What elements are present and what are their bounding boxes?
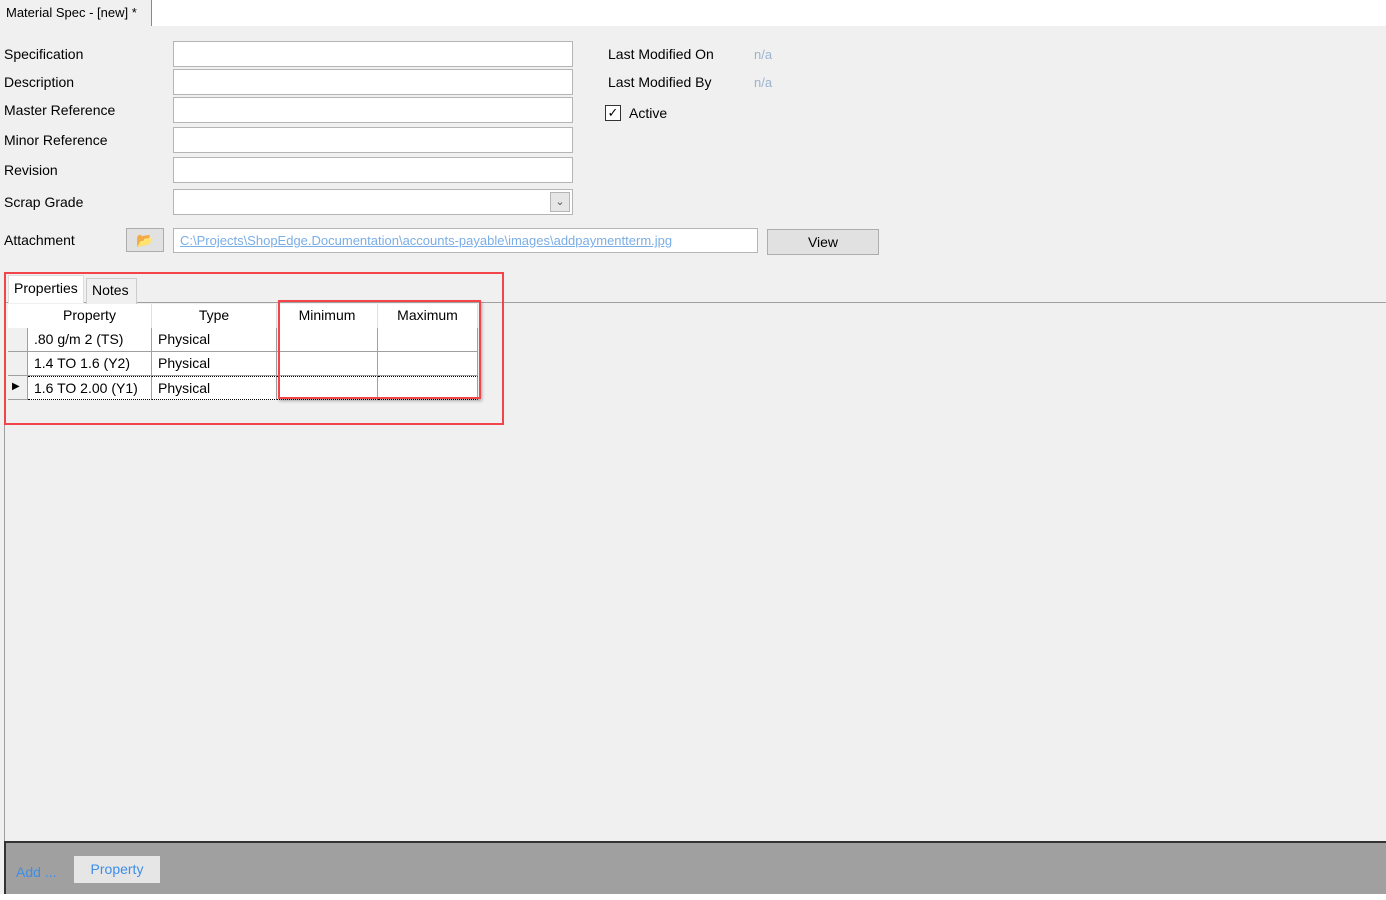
last-modified-by-label: Last Modified By <box>608 74 712 90</box>
highlight-box-min-max <box>278 300 481 399</box>
revision-input[interactable] <box>173 157 573 183</box>
master-reference-label: Master Reference <box>4 102 116 118</box>
specification-input[interactable] <box>173 41 573 67</box>
browse-attachment-button[interactable]: 📂 <box>126 228 164 252</box>
last-modified-by-value: n/a <box>754 75 773 90</box>
scrap-grade-combo[interactable]: ⌄ <box>173 189 573 215</box>
specification-label: Specification <box>4 46 84 62</box>
active-checkbox[interactable]: ✓ <box>605 105 621 121</box>
master-reference-input[interactable] <box>173 97 573 123</box>
document-tab-strip <box>0 0 1386 26</box>
active-label: Active <box>629 105 668 121</box>
view-button[interactable]: View <box>767 229 879 255</box>
footer-bar: Add ... Property <box>4 841 1386 894</box>
add-label: Add ... <box>16 864 57 880</box>
minor-reference-label: Minor Reference <box>4 132 108 148</box>
last-modified-on-value: n/a <box>754 47 773 62</box>
attachment-path-link[interactable]: C:\Projects\ShopEdge.Documentation\accou… <box>173 228 758 253</box>
attachment-label: Attachment <box>4 232 75 248</box>
add-property-button[interactable]: Property <box>74 856 160 883</box>
minor-reference-input[interactable] <box>173 127 573 153</box>
description-label: Description <box>4 74 75 90</box>
document-tab[interactable]: Material Spec - [new] * <box>0 0 152 26</box>
scrap-grade-label: Scrap Grade <box>4 194 84 210</box>
description-input[interactable] <box>173 69 573 95</box>
last-modified-on-label: Last Modified On <box>608 46 714 62</box>
revision-label: Revision <box>4 162 58 178</box>
chevron-down-icon[interactable]: ⌄ <box>550 192 570 212</box>
folder-open-icon: 📂 <box>136 232 154 248</box>
bottom-edge <box>0 894 1386 900</box>
